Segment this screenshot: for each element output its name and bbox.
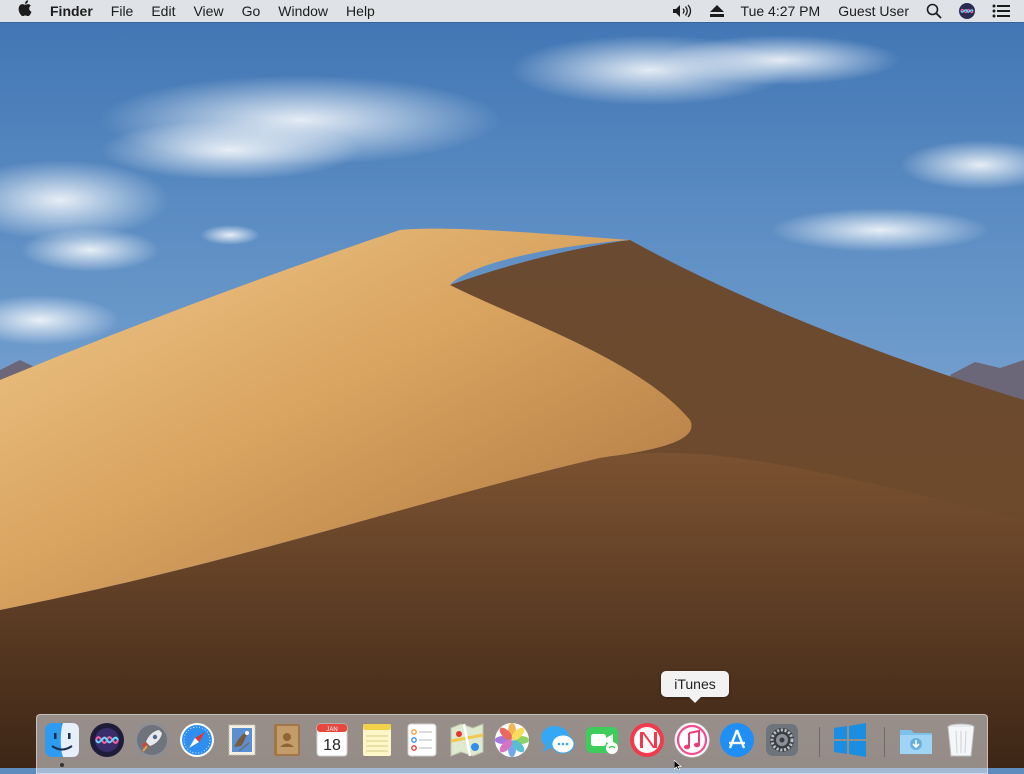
dock-calendar[interactable]: JAN 18: [313, 721, 351, 759]
calendar-month: JAN: [326, 727, 337, 733]
calendar-day: 18: [323, 737, 341, 754]
dock-finder[interactable]: [43, 721, 81, 759]
dock-app-store[interactable]: [718, 721, 756, 759]
user-switcher[interactable]: Guest User: [829, 0, 918, 22]
dock-news[interactable]: [628, 721, 666, 759]
calendar-icon: JAN 18: [316, 723, 348, 757]
dock-maps[interactable]: [448, 721, 486, 759]
dock-tooltip: iTunes: [661, 671, 729, 703]
dock-downloads-stack[interactable]: [897, 721, 935, 759]
gear-icon: [766, 724, 798, 756]
dock-safari[interactable]: [178, 721, 216, 759]
dock-trash[interactable]: [942, 721, 980, 759]
compass-icon: [180, 723, 214, 757]
dock-photos[interactable]: [493, 721, 531, 759]
dock-windows-app[interactable]: [831, 721, 869, 759]
notification-list-icon[interactable]: [984, 0, 1024, 22]
siri-icon: [90, 723, 124, 757]
siri-icon[interactable]: [950, 0, 984, 22]
menu-bar: Finder File Edit View Go Window Help Tue…: [0, 0, 1024, 22]
dock-messages[interactable]: [538, 721, 576, 759]
app-menu-finder[interactable]: Finder: [44, 0, 102, 22]
dock-siri[interactable]: [88, 721, 126, 759]
speech-bubble-icon: [541, 726, 575, 754]
dock-reminders[interactable]: [403, 721, 441, 759]
menu-go[interactable]: Go: [233, 0, 270, 22]
video-camera-icon: [586, 727, 618, 754]
dock-facetime[interactable]: [583, 721, 621, 759]
menu-window[interactable]: Window: [269, 0, 337, 22]
menubar-clock[interactable]: Tue 4:27 PM: [732, 0, 830, 22]
dock-contacts[interactable]: [268, 721, 306, 759]
downloads-folder-icon: [900, 730, 932, 754]
dock-launchpad[interactable]: [133, 721, 171, 759]
menu-help[interactable]: Help: [337, 0, 384, 22]
eject-icon[interactable]: [702, 0, 732, 22]
apple-logo-icon: [18, 0, 32, 22]
mouse-pointer-icon: [674, 760, 682, 770]
dock-separator: [819, 727, 820, 757]
dock-system-preferences[interactable]: [763, 721, 801, 759]
windows-logo-icon: [834, 723, 866, 757]
status-menus: Tue 4:27 PM Guest User: [664, 0, 1024, 22]
speaker-volume-icon[interactable]: [664, 0, 702, 22]
dock-itunes[interactable]: [673, 721, 711, 759]
dock-mail[interactable]: [223, 721, 261, 759]
trash-icon: [947, 723, 975, 757]
dock: JAN 18: [36, 714, 988, 774]
menu-edit[interactable]: Edit: [142, 0, 184, 22]
flower-icon: [495, 723, 529, 757]
notepad-icon: [363, 724, 391, 756]
apple-menu[interactable]: [0, 0, 44, 22]
rocket-icon: [135, 723, 169, 757]
finder-running-indicator: [60, 763, 64, 767]
menu-view[interactable]: View: [184, 0, 232, 22]
eagle-stamp-icon: [228, 724, 256, 756]
finder-icon: [45, 723, 79, 757]
magnifier-icon[interactable]: [918, 0, 950, 22]
music-note-icon: [674, 722, 710, 758]
news-icon: [630, 723, 664, 757]
checklist-icon: [407, 723, 437, 757]
desktop-wallpaper: [0, 0, 1024, 768]
app-store-icon: [720, 723, 754, 757]
dock-notes[interactable]: [358, 721, 396, 759]
map-icon: [450, 723, 484, 757]
address-book-icon: [274, 724, 300, 756]
menu-file[interactable]: File: [102, 0, 143, 22]
dock-separator: [884, 727, 885, 757]
